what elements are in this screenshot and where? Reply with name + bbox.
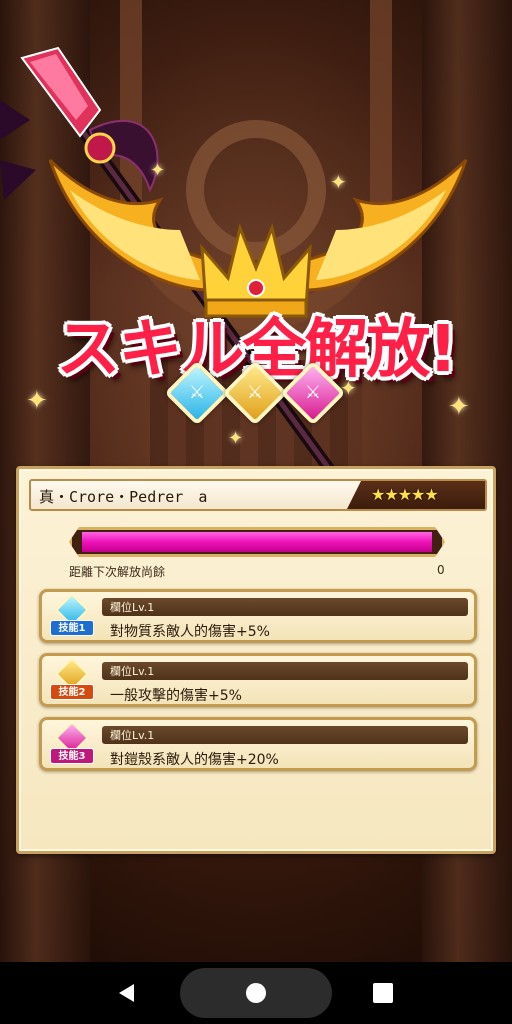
rarity-stars: ★★★★★ — [371, 485, 439, 504]
skill-tag: 技能1 — [50, 620, 94, 636]
sparkle-icon: ✦ — [150, 160, 166, 181]
right-golden-wing — [304, 158, 468, 292]
rarity-box: ★★★★★ — [347, 481, 485, 509]
skill-gems-row: ⚔ ⚔ ⚔ — [164, 360, 346, 426]
sword-gem-icon: ⚔ — [304, 382, 322, 403]
sword-gem-icon: ⚔ — [188, 382, 206, 403]
sparkle-icon: ✦ — [26, 386, 48, 416]
home-button[interactable] — [180, 968, 332, 1018]
skill-tag: 技能3 — [50, 748, 94, 764]
skill-level-bar: 欄位Lv.1 — [102, 598, 468, 616]
system-navigation-bar — [0, 962, 512, 1024]
home-circle-icon — [246, 983, 266, 1003]
sparkle-icon: ✦ — [448, 392, 470, 422]
skill1-icon: 技能1 — [50, 593, 94, 636]
back-triangle-icon[interactable] — [116, 982, 138, 1004]
skill-level: 欄位Lv.1 — [110, 601, 155, 614]
skill-description: 對物質系敵人的傷害+5% — [110, 624, 270, 640]
skill-level: 欄位Lv.1 — [110, 665, 155, 678]
skill-description: 對鎧殼系敵人的傷害+20% — [110, 752, 279, 768]
skill-level-bar: 欄位Lv.1 — [102, 726, 468, 744]
skill2-gem: ⚔ — [222, 360, 288, 426]
skill-info-panel: 真・Crore・Pedrer a ★★★★★ 距離下次解放尚餘 0 技能1 欄位… — [16, 466, 496, 854]
skill-tag: 技能2 — [50, 684, 94, 700]
unit-name-bar: 真・Crore・Pedrer a ★★★★★ — [29, 479, 487, 511]
recent-apps-square-icon[interactable] — [373, 983, 393, 1003]
remaining-value: 0 — [437, 563, 445, 577]
sword-gem-icon: ⚔ — [246, 382, 264, 403]
skill-description: 一般攻擊的傷害+5% — [110, 688, 242, 704]
skill-slot-3[interactable]: 技能3 欄位Lv.1 對鎧殼系敵人的傷害+20% — [39, 717, 477, 771]
sparkle-icon: ✦ — [340, 376, 357, 400]
skill-slot-1[interactable]: 技能1 欄位Lv.1 對物質系敵人的傷害+5% — [39, 589, 477, 643]
skill-level-bar: 欄位Lv.1 — [102, 662, 468, 680]
skill-unlock-banner: スキル全解放! ⚔ ⚔ ⚔ ✦ ✦ ✦ ✦ ✦ ✦ — [0, 40, 512, 476]
skill-slot-2[interactable]: 技能2 欄位Lv.1 一般攻擊的傷害+5% — [39, 653, 477, 707]
unlock-progress-fill — [82, 532, 432, 552]
sparkle-icon: ✦ — [228, 428, 244, 449]
left-golden-wing — [48, 158, 212, 292]
sparkle-icon: ✦ — [330, 170, 347, 194]
unlock-progress-gauge — [69, 527, 445, 557]
skill3-gem: ⚔ — [280, 360, 346, 426]
skill2-icon: 技能2 — [50, 657, 94, 700]
skill3-icon: 技能3 — [50, 721, 94, 764]
skill-level: 欄位Lv.1 — [110, 729, 155, 742]
unit-name: 真・Crore・Pedrer a — [39, 488, 208, 506]
remaining-label: 距離下次解放尚餘 — [69, 565, 166, 579]
skill1-gem: ⚔ — [164, 360, 230, 426]
